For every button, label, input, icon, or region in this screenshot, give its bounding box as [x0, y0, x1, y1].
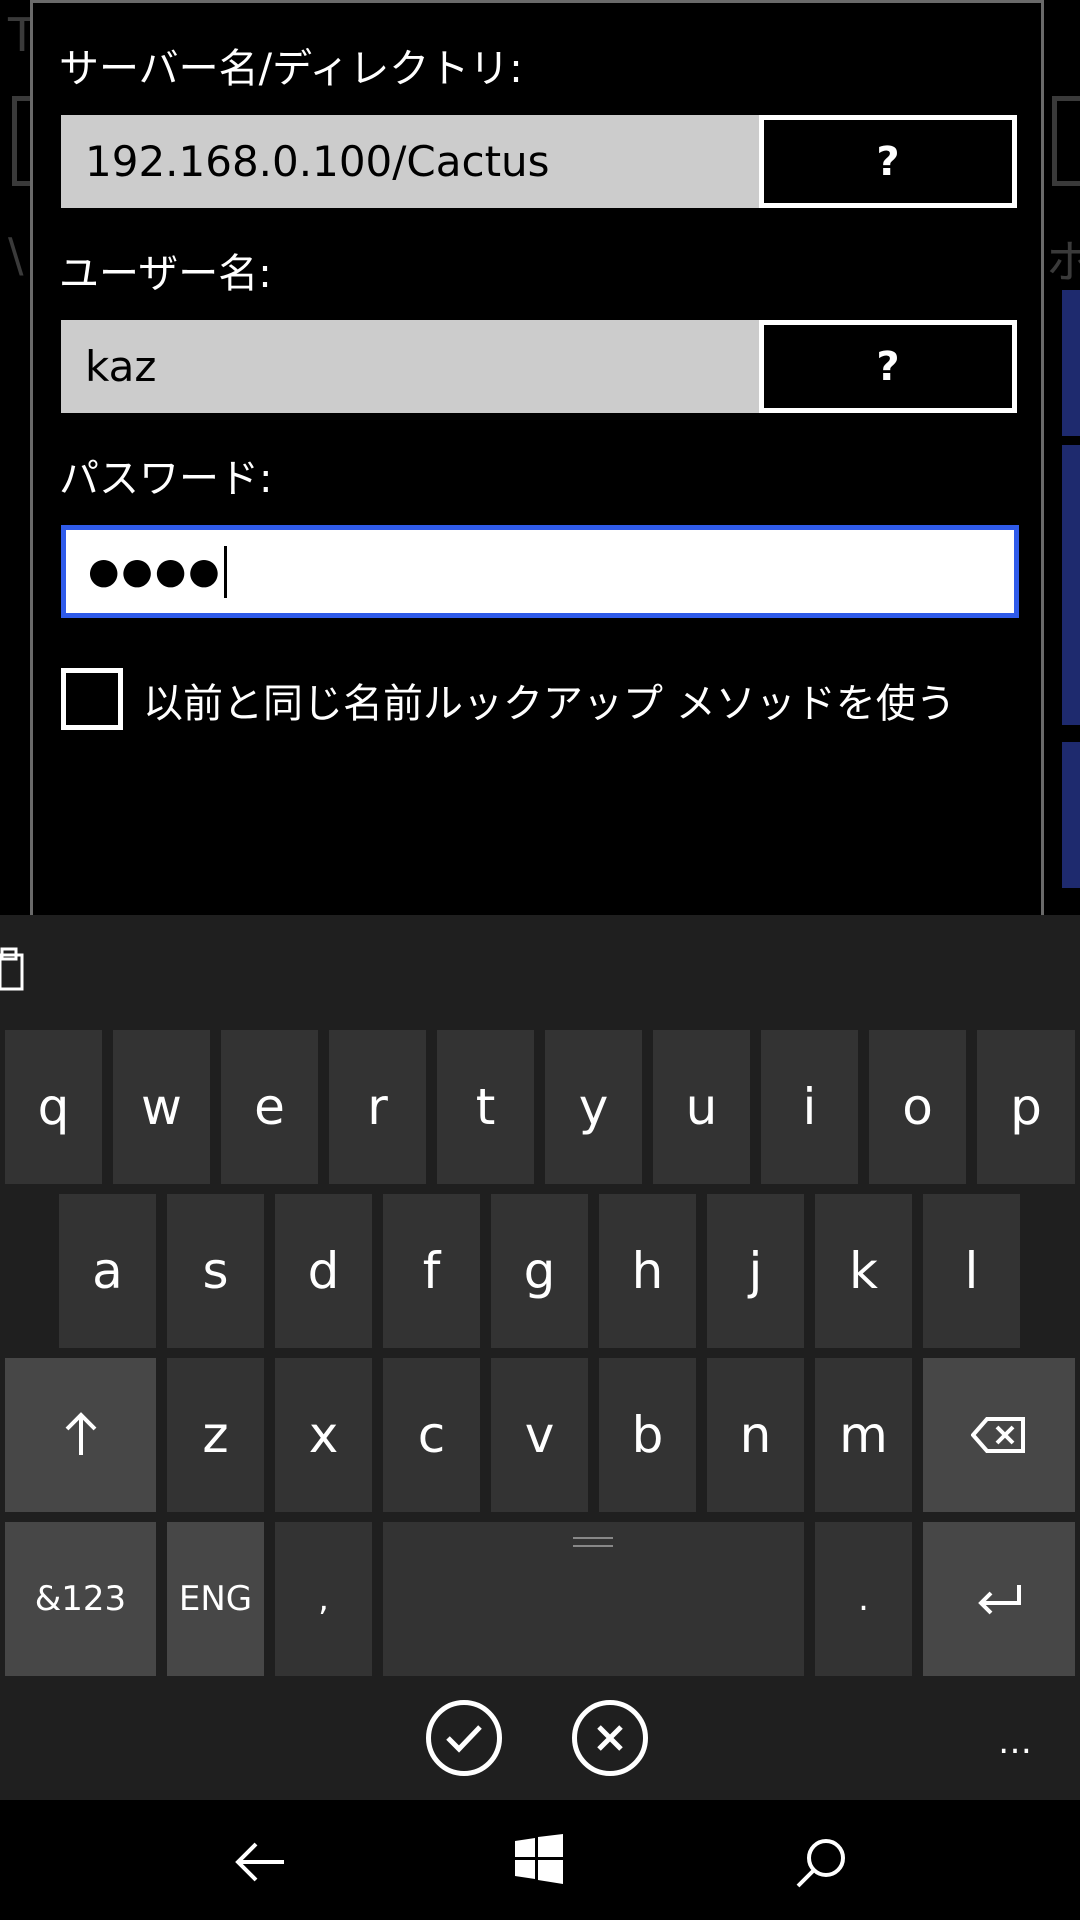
user-label: ユーザー名:	[59, 251, 272, 297]
checkmark-icon	[446, 1725, 482, 1753]
key-h[interactable]: h	[599, 1194, 696, 1348]
key-j[interactable]: j	[707, 1194, 804, 1348]
symbols-key[interactable]: &123	[5, 1522, 156, 1676]
key-v[interactable]: v	[491, 1358, 588, 1512]
background-box-right	[1052, 96, 1080, 186]
background-glyph-right: ホ	[1046, 235, 1080, 289]
password-input[interactable]: ●●●●	[61, 525, 1019, 618]
key-q[interactable]: q	[5, 1030, 102, 1184]
key-b[interactable]: b	[599, 1358, 696, 1512]
background-tile	[1062, 742, 1080, 888]
key-f[interactable]: f	[383, 1194, 480, 1348]
background-tile	[1062, 445, 1080, 725]
key-l[interactable]: l	[923, 1194, 1020, 1348]
server-input[interactable]: 192.168.0.100/Cactus	[61, 115, 761, 208]
backspace-key[interactable]	[923, 1358, 1075, 1512]
background-tile	[1062, 290, 1080, 436]
key-r[interactable]: r	[329, 1030, 426, 1184]
key-o[interactable]: o	[869, 1030, 966, 1184]
key-w[interactable]: w	[113, 1030, 210, 1184]
period-key[interactable]: .	[815, 1522, 912, 1676]
server-label: サーバー名/ディレクトリ:	[59, 46, 523, 92]
shift-icon	[65, 1412, 96, 1455]
key-e[interactable]: e	[221, 1030, 318, 1184]
text-caret	[223, 545, 227, 598]
key-p[interactable]: p	[977, 1030, 1075, 1184]
name-lookup-checkbox-label[interactable]: 以前と同じ名前ルックアップ メソッドを使う	[143, 671, 956, 729]
user-input[interactable]: kaz	[61, 320, 761, 413]
space-key[interactable]	[383, 1522, 804, 1676]
clipboard-icon[interactable]	[0, 945, 28, 995]
more-options-button[interactable]: …	[998, 1722, 1036, 1762]
password-label: パスワード:	[59, 456, 273, 502]
key-g[interactable]: g	[491, 1194, 588, 1348]
navigation-bar	[0, 1800, 1080, 1920]
backspace-icon	[971, 1417, 1025, 1453]
login-dialog: サーバー名/ディレクトリ: 192.168.0.100/Cactus ? ユーザ…	[30, 0, 1044, 915]
cancel-button[interactable]	[572, 1700, 648, 1776]
key-z[interactable]: z	[167, 1358, 264, 1512]
password-mask: ●●●●	[88, 551, 222, 592]
server-help-button[interactable]: ?	[759, 115, 1017, 208]
close-icon	[597, 1725, 623, 1751]
space-handle-icon	[573, 1537, 613, 1547]
key-m[interactable]: m	[815, 1358, 912, 1512]
key-d[interactable]: d	[275, 1194, 372, 1348]
key-a[interactable]: a	[59, 1194, 156, 1348]
key-c[interactable]: c	[383, 1358, 480, 1512]
key-i[interactable]: i	[761, 1030, 858, 1184]
background-backslash: \	[8, 228, 24, 282]
comma-key[interactable]: ,	[275, 1522, 372, 1676]
enter-icon	[978, 1585, 1021, 1615]
key-x[interactable]: x	[275, 1358, 372, 1512]
key-k[interactable]: k	[815, 1194, 912, 1348]
shift-key[interactable]	[5, 1358, 156, 1512]
accept-button[interactable]	[426, 1700, 502, 1776]
key-s[interactable]: s	[167, 1194, 264, 1348]
key-n[interactable]: n	[707, 1358, 804, 1512]
key-y[interactable]: y	[545, 1030, 642, 1184]
back-arrow-icon[interactable]	[232, 1840, 288, 1884]
key-u[interactable]: u	[653, 1030, 750, 1184]
language-key[interactable]: ENG	[167, 1522, 264, 1676]
windows-logo-icon[interactable]	[515, 1834, 563, 1884]
key-t[interactable]: t	[437, 1030, 534, 1184]
search-icon[interactable]	[794, 1836, 848, 1890]
enter-key[interactable]	[923, 1522, 1075, 1676]
name-lookup-checkbox[interactable]	[61, 668, 123, 730]
user-help-button[interactable]: ?	[759, 320, 1017, 413]
